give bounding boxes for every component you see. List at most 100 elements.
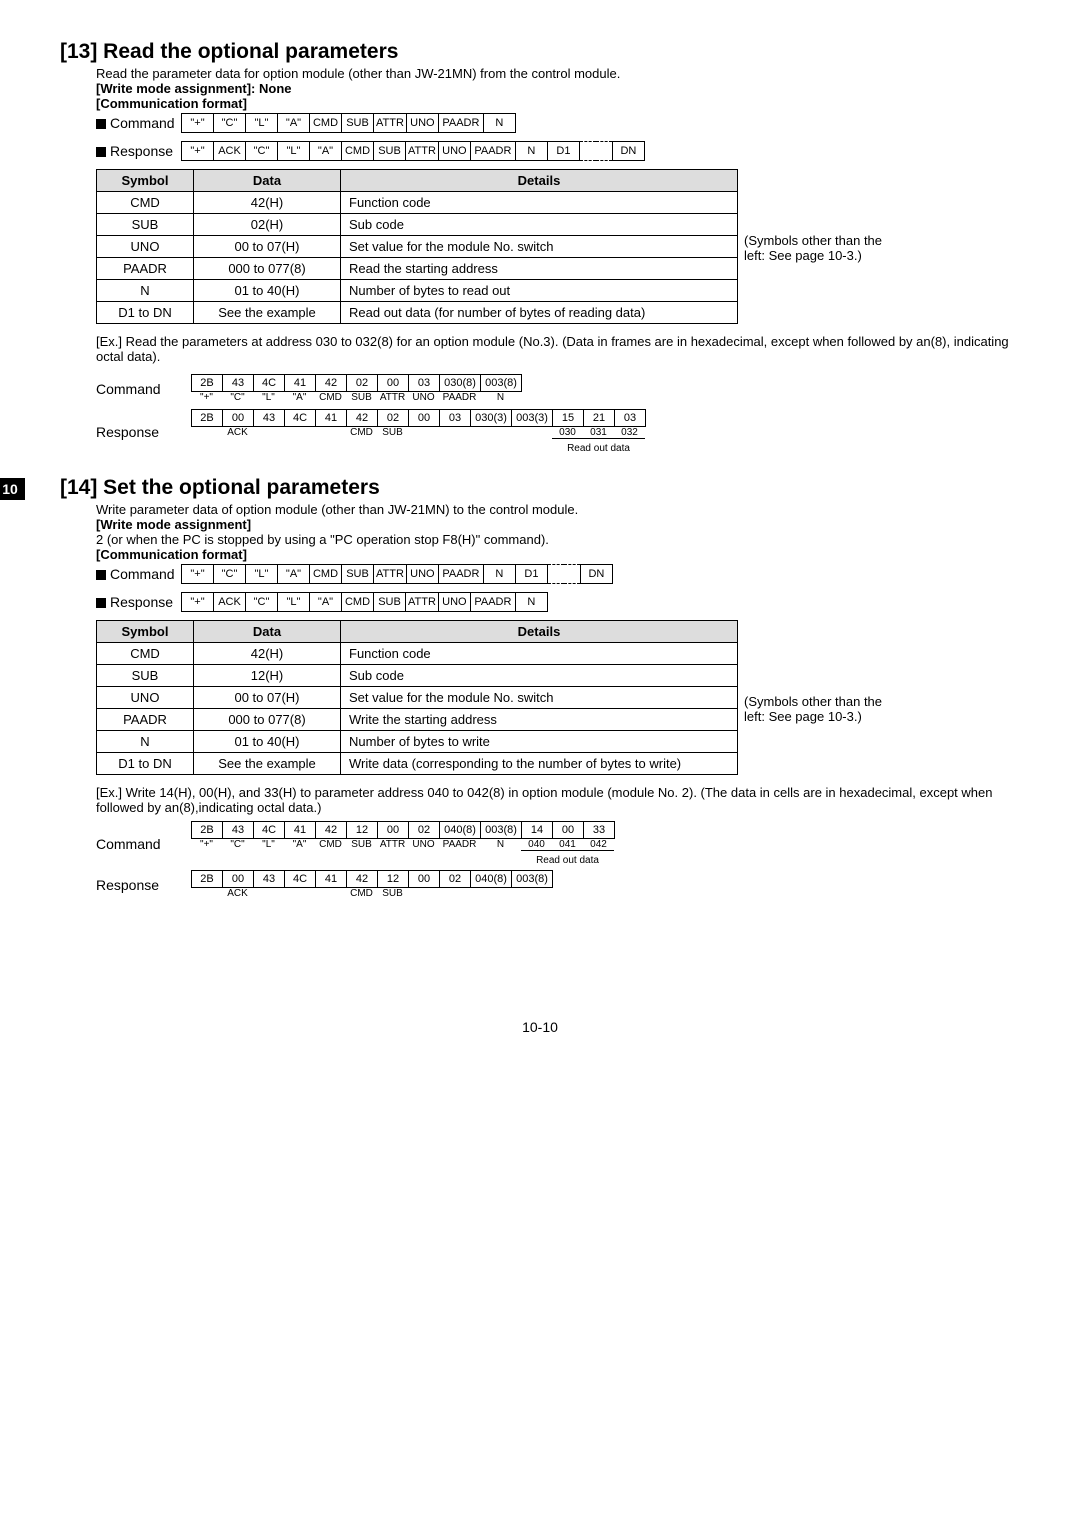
command-label-13: Command	[96, 115, 181, 131]
resp-cell-dash	[596, 141, 612, 161]
ex-cell: 43	[254, 870, 285, 888]
response-label-13: Response	[96, 143, 181, 159]
cmd-cell-dash	[564, 564, 580, 584]
ex-cell: 42	[347, 409, 378, 427]
ex-cell: 14	[522, 821, 553, 839]
resp-cell: CMD	[342, 592, 374, 612]
cmd-cell: "L"	[246, 113, 278, 133]
resp-cell: N	[516, 592, 548, 612]
table-row: SUB12(H)Sub code	[97, 665, 738, 687]
th-data: Data	[194, 621, 341, 643]
symbol-table-13: Symbol Data Details CMD42(H)Function cod…	[96, 169, 738, 324]
resp-cell-dash	[580, 141, 596, 161]
ex-cell: 02	[347, 374, 378, 392]
cmd-cell-dash	[548, 564, 564, 584]
resp-cell: "L"	[278, 141, 310, 161]
ex-cell: 2B	[191, 821, 223, 839]
section-14-desc: Write parameter data of option module (o…	[96, 502, 1020, 517]
th-symbol: Symbol	[97, 170, 194, 192]
resp-cell: DN	[612, 141, 645, 161]
ex-cell: 00	[409, 409, 440, 427]
table-row: PAADR000 to 077(8)Read the starting addr…	[97, 258, 738, 280]
readout-label-14: Read out data	[521, 855, 614, 866]
resp-cell: "C"	[246, 141, 278, 161]
ex-cell: 2B	[191, 374, 223, 392]
ex-cell: 00	[223, 870, 254, 888]
section-14-heading: 10 [14] Set the optional parameters	[60, 476, 1020, 500]
cmd-cell: N	[484, 564, 516, 584]
ex-cell: 42	[316, 821, 347, 839]
ex-cell: 21	[584, 409, 615, 427]
th-details: Details	[341, 170, 738, 192]
th-details: Details	[341, 621, 738, 643]
readout-label-13: Read out data	[552, 443, 645, 454]
cmd-cell: D1	[516, 564, 548, 584]
cmd-cell: N	[484, 113, 516, 133]
ex-cell: 00	[378, 821, 409, 839]
resp-cell: UNO	[439, 592, 471, 612]
resp-cell: D1	[548, 141, 580, 161]
table-row: D1 to DNSee the exampleRead out data (fo…	[97, 302, 738, 324]
ex-cell: 003(3)	[512, 409, 553, 427]
ex-resp-label-14: Response	[96, 877, 191, 893]
cmd-cell: UNO	[407, 564, 439, 584]
resp-cell: ACK	[214, 592, 246, 612]
ex-cell: 02	[378, 409, 409, 427]
ex-cell: 15	[553, 409, 584, 427]
ex-cell: 02	[440, 870, 471, 888]
write-mode-13: [Write mode assignment]: None	[96, 81, 1020, 96]
ex-cell: 02	[409, 821, 440, 839]
write-mode-14: 2 (or when the PC is stopped by using a …	[96, 532, 1020, 547]
cmd-cell: DN	[580, 564, 613, 584]
table-row: D1 to DNSee the exampleWrite data (corre…	[97, 753, 738, 775]
cmd-cell: "A"	[278, 564, 310, 584]
cmd-cell: ATTR	[374, 564, 407, 584]
response-label-14: Response	[96, 594, 181, 610]
ex-cell: 03	[409, 374, 440, 392]
resp-cell: CMD	[342, 141, 374, 161]
cmd-cell: ATTR	[374, 113, 407, 133]
ex-cell: 2B	[191, 409, 223, 427]
ex-cell: 43	[223, 374, 254, 392]
ex-cell: 00	[553, 821, 584, 839]
ex-cell: 4C	[285, 409, 316, 427]
symbol-table-14: Symbol Data Details CMD42(H)Function cod…	[96, 620, 738, 775]
cmd-cell: "+"	[181, 113, 214, 133]
ex-cell: 2B	[191, 870, 223, 888]
example-14: [Ex.] Write 14(H), 00(H), and 33(H) to p…	[96, 785, 1020, 815]
th-symbol: Symbol	[97, 621, 194, 643]
ex-cell: 03	[615, 409, 646, 427]
section-13-desc: Read the parameter data for option modul…	[96, 66, 1020, 81]
comm-format-14: [Communication format]	[96, 547, 1020, 562]
ex-cell: 03	[440, 409, 471, 427]
cmd-cell: SUB	[342, 113, 374, 133]
ex-cell: 43	[254, 409, 285, 427]
cmd-cell: "C"	[214, 564, 246, 584]
ex-cell: 040(8)	[440, 821, 481, 839]
side-note-14: (Symbols other than the left: See page 1…	[744, 694, 899, 724]
ex-cell: 4C	[285, 870, 316, 888]
page-footer: 10-10	[60, 1019, 1020, 1035]
resp-cell: ATTR	[406, 141, 439, 161]
th-data: Data	[194, 170, 341, 192]
cmd-cell: CMD	[310, 564, 342, 584]
resp-cell: "L"	[278, 592, 310, 612]
ex-cell: 00	[378, 374, 409, 392]
table-row: N01 to 40(H)Number of bytes to write	[97, 731, 738, 753]
ex-cell: 003(8)	[481, 374, 522, 392]
resp-cell: N	[516, 141, 548, 161]
cmd-cell: "C"	[214, 113, 246, 133]
resp-cell: ACK	[214, 141, 246, 161]
ex-cmd-label-13: Command	[96, 381, 191, 397]
ex-cell: 003(8)	[512, 870, 553, 888]
ex-cell: 42	[347, 870, 378, 888]
example-13: [Ex.] Read the parameters at address 030…	[96, 334, 1020, 364]
cmd-cell: "+"	[181, 564, 214, 584]
side-note-13: (Symbols other than the left: See page 1…	[744, 233, 899, 263]
resp-cell: "+"	[181, 592, 214, 612]
resp-cell: SUB	[374, 592, 406, 612]
resp-cell: "A"	[310, 141, 342, 161]
cmd-cell: CMD	[310, 113, 342, 133]
resp-cell: ATTR	[406, 592, 439, 612]
command-label-14: Command	[96, 566, 181, 582]
